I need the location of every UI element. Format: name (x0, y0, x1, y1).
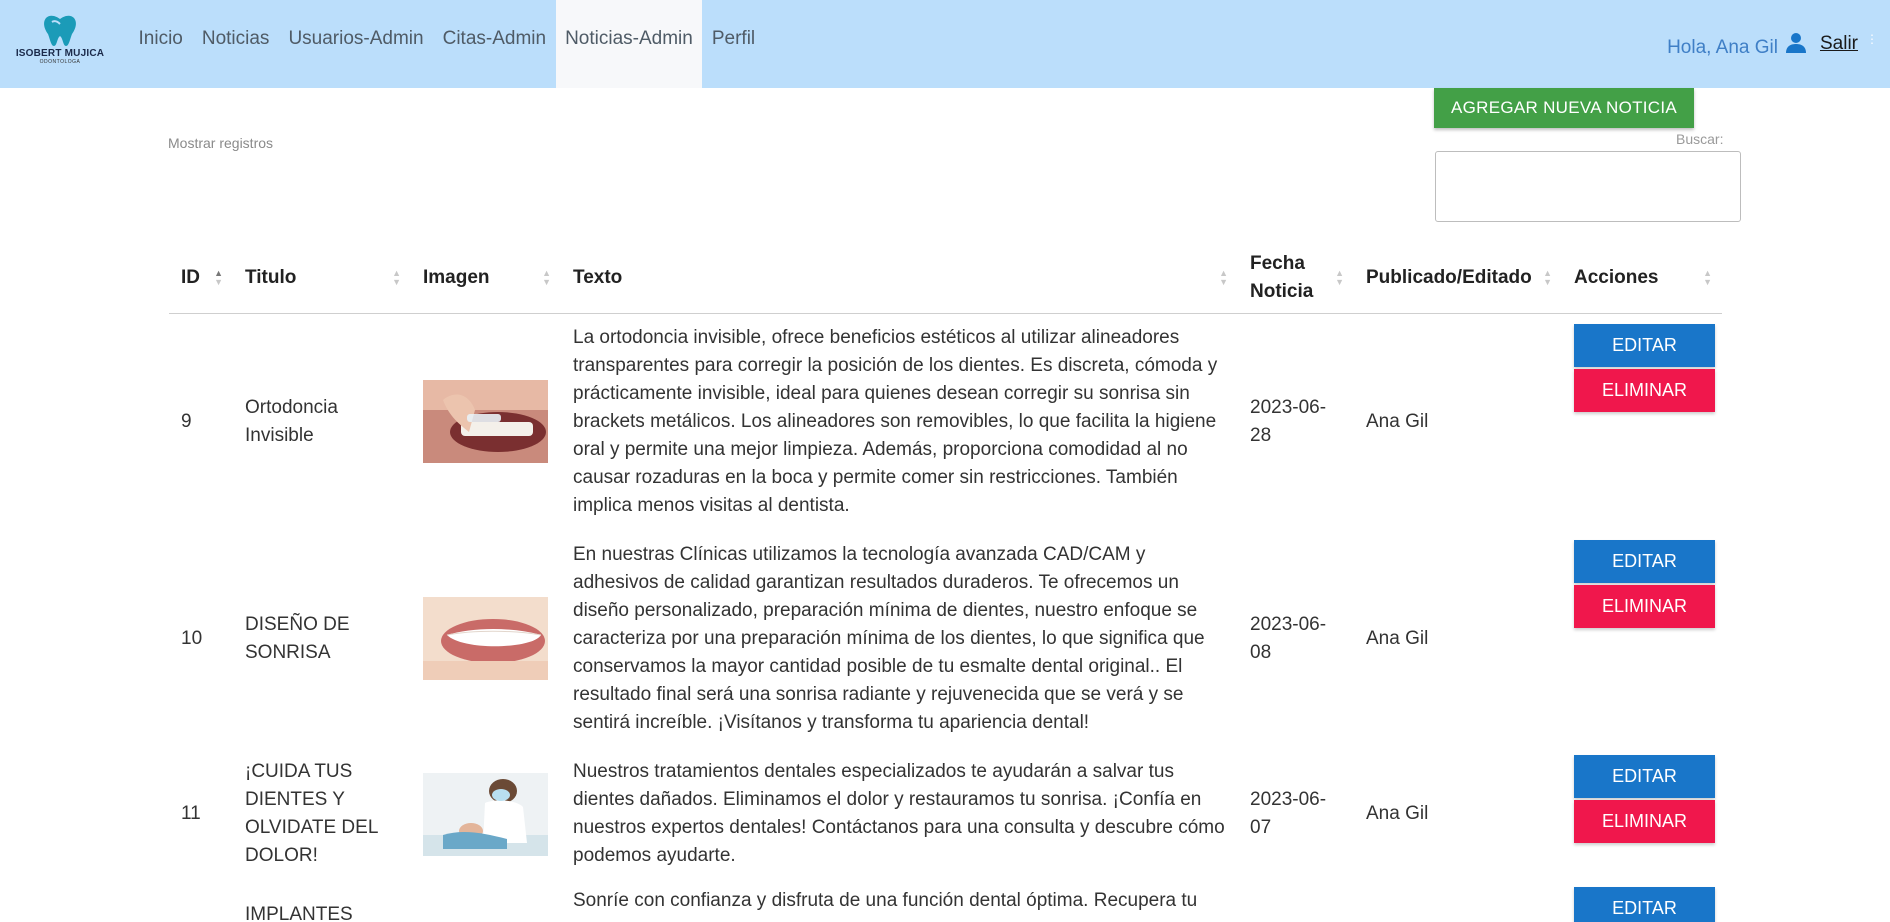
cell-author: Ana Gil (1366, 803, 1429, 824)
cell-text: En nuestras Clínicas utilizamos la tecno… (573, 543, 1205, 733)
edit-button[interactable]: EDITAR (1574, 540, 1715, 583)
cell-author (1354, 881, 1562, 922)
table-row: IMPLANTES Sonríe con confianza y disfrut… (169, 881, 1722, 922)
cell-text: La ortodoncia invisible, ofrece benefici… (573, 326, 1218, 516)
cell-author: Ana Gil (1366, 627, 1429, 649)
sort-icon: ▲ ▼ (1335, 267, 1344, 287)
cell-actions: EDITAR ELIMINAR (1562, 313, 1722, 530)
tooth-logo-icon (44, 15, 76, 46)
table-header-row: ID ▲ ▼ Titulo ▲ ▼ Imagen ▲ ▼ Texto ▲ ▼ Fecha… (169, 243, 1722, 314)
col-header-titulo[interactable]: Titulo ▲ ▼ (233, 243, 411, 314)
delete-button[interactable]: ELIMINAR (1574, 368, 1715, 412)
nav-inicio[interactable]: Inicio (129, 0, 192, 88)
edit-button[interactable]: EDITAR (1574, 323, 1715, 367)
brand-logo[interactable]: ISOBERT MUJICA ODONTOLOGA (12, 14, 108, 72)
show-records-label: Mostrar registros (168, 135, 274, 151)
main-nav: Inicio Noticias Usuarios-Admin Citas-Adm… (129, 0, 765, 88)
aligner-photo (423, 380, 548, 464)
cell-date: 2023-06-28 (1250, 396, 1327, 446)
top-navbar: ISOBERT MUJICA ODONTOLOGA Inicio Noticia… (0, 0, 1890, 88)
user-icon[interactable] (1784, 31, 1808, 55)
user-greeting: Hola, Ana Gil (1667, 37, 1778, 58)
brand-name: ISOBERT MUJICA (15, 48, 105, 59)
nav-citas-admin[interactable]: Citas-Admin (433, 0, 555, 88)
brand-subtitle: ODONTOLOGA (39, 59, 81, 65)
add-news-button[interactable]: AGREGAR NUEVA NOTICIA (1434, 88, 1694, 128)
cell-id: 9 (181, 410, 192, 432)
search-label: Buscar: (1676, 131, 1724, 147)
col-header-imagen[interactable]: Imagen ▲ ▼ (411, 243, 561, 314)
col-header-publicado[interactable]: Publicado/Editado ▲ ▼ (1354, 243, 1562, 314)
cell-title: ¡CUIDA TUS DIENTES Y OLVIDATE DEL DOLOR! (245, 761, 378, 866)
user-area: Hola, Ana Gil Salir ⋮ (1667, 0, 1878, 88)
cell-id (169, 881, 233, 922)
edit-button[interactable]: EDITAR (1574, 887, 1715, 922)
delete-button[interactable]: ELIMINAR (1574, 800, 1715, 843)
cell-title: Ortodoncia Invisible (245, 396, 338, 446)
cell-image (411, 313, 561, 530)
cell-actions: EDITAR (1562, 881, 1722, 922)
dentist-photo (423, 772, 548, 856)
sort-asc-icon: ▲ ▼ (214, 267, 223, 287)
sort-icon: ▲ ▼ (1219, 267, 1228, 287)
cell-author: Ana Gil (1366, 410, 1429, 432)
nav-usuarios-admin[interactable]: Usuarios-Admin (279, 0, 433, 88)
cell-id: 11 (181, 803, 201, 824)
menu-dots-icon[interactable]: ⋮ (1866, 33, 1878, 45)
delete-button[interactable]: ELIMINAR (1574, 585, 1715, 628)
col-header-texto[interactable]: Texto ▲ ▼ (561, 243, 1238, 314)
cell-title: IMPLANTES (245, 904, 353, 922)
cell-text: Sonríe con confianza y disfruta de una f… (573, 890, 1198, 911)
col-header-acciones[interactable]: Acciones ▲ ▼ (1562, 243, 1722, 314)
col-header-id[interactable]: ID ▲ ▼ (169, 243, 233, 314)
cell-image (411, 530, 561, 747)
cell-text: Nuestros tratamientos dentales especiali… (573, 761, 1225, 866)
search-input[interactable] (1435, 151, 1741, 222)
edit-button[interactable]: EDITAR (1574, 755, 1715, 798)
nav-noticias-admin[interactable]: Noticias-Admin (555, 0, 703, 88)
sort-icon: ▲ ▼ (392, 267, 401, 287)
nav-perfil[interactable]: Perfil (702, 0, 764, 88)
cell-date (1238, 881, 1354, 922)
table-row: 10 DISEÑO DE SONRISA En nuestras Clínica… (169, 530, 1722, 747)
sort-icon: ▲ ▼ (1543, 267, 1552, 287)
cell-image (411, 747, 561, 881)
cell-date: 2023-06-07 (1250, 789, 1327, 838)
smile-photo (423, 597, 548, 680)
cell-title: DISEÑO DE SONRISA (245, 613, 350, 663)
sort-icon: ▲ ▼ (1703, 267, 1712, 287)
cell-actions: EDITAR ELIMINAR (1562, 747, 1722, 881)
cell-id: 10 (181, 627, 203, 649)
cell-date: 2023-06-08 (1250, 613, 1327, 663)
table-row: 11 ¡CUIDA TUS DIENTES Y OLVIDATE DEL DOL… (169, 747, 1722, 881)
col-header-fecha[interactable]: Fecha Noticia ▲ ▼ (1238, 243, 1354, 314)
nav-noticias[interactable]: Noticias (192, 0, 279, 88)
table-row: 9 Ortodoncia Invisible La ortodoncia inv… (169, 313, 1722, 530)
cell-image (411, 881, 561, 922)
cell-actions: EDITAR ELIMINAR (1562, 530, 1722, 747)
sort-icon: ▲ ▼ (542, 267, 551, 287)
logout-link[interactable]: Salir (1820, 33, 1858, 55)
news-table: ID ▲ ▼ Titulo ▲ ▼ Imagen ▲ ▼ Texto ▲ ▼ Fecha… (169, 243, 1722, 922)
